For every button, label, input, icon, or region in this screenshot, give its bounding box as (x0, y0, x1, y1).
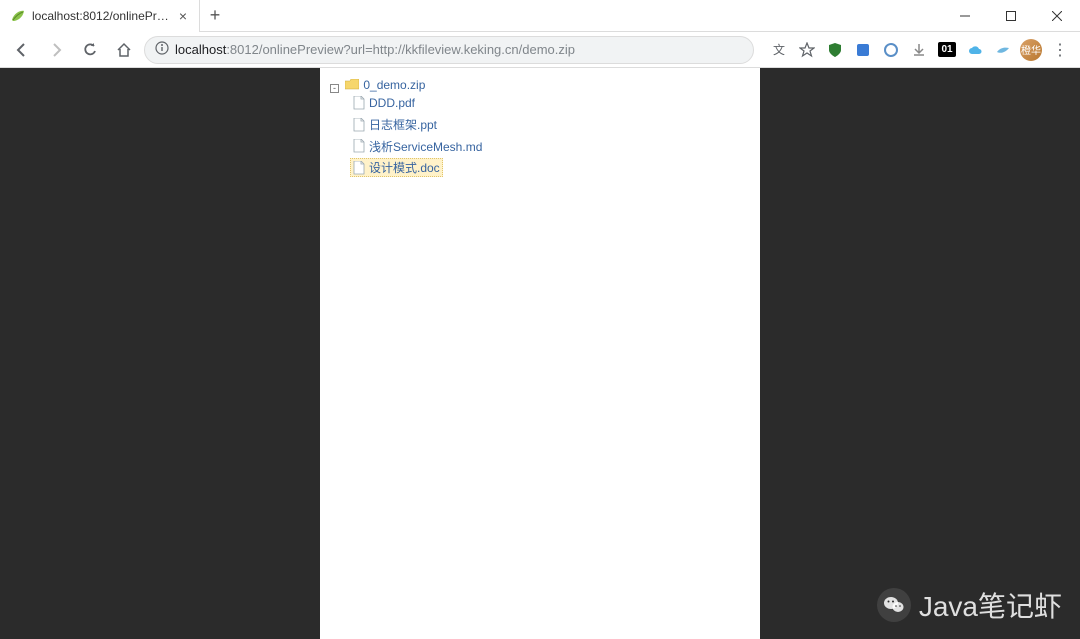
extension-download-icon[interactable] (908, 39, 930, 61)
bookmark-star-icon[interactable] (796, 39, 818, 61)
file-icon (353, 139, 365, 153)
tree-root-label: 0_demo.zip (363, 78, 425, 92)
back-button[interactable] (8, 36, 36, 64)
file-tree: - 0_demo.zip DDD.pdf 日志框架.ppt 浅析ServiceMes… (330, 76, 750, 180)
window-controls (942, 0, 1080, 31)
browser-toolbar: localhost:8012/onlinePreview?url=http://… (0, 32, 1080, 68)
tree-file-item: 浅析ServiceMesh.md (350, 136, 750, 158)
profile-avatar[interactable]: 橙华 (1020, 39, 1042, 61)
tree-file-label: 浅析ServiceMesh.md (369, 138, 482, 155)
maximize-button[interactable] (988, 0, 1034, 31)
titlebar-spacer (230, 0, 942, 31)
file-icon (353, 161, 365, 175)
page-viewport: - 0_demo.zip DDD.pdf 日志框架.ppt 浅析ServiceMes… (0, 68, 1080, 639)
favicon-leaf-icon (10, 8, 26, 24)
browser-titlebar: localhost:8012/onlinePreview? × + (0, 0, 1080, 32)
new-tab-button[interactable]: + (200, 0, 230, 31)
home-button[interactable] (110, 36, 138, 64)
address-bar[interactable]: localhost:8012/onlinePreview?url=http://… (144, 36, 754, 64)
browser-tab[interactable]: localhost:8012/onlinePreview? × (0, 0, 200, 32)
watermark: Java笔记虾 (877, 585, 1062, 625)
tree-file-label: 日志框架.ppt (369, 116, 437, 133)
toolbar-right: 文 01 橙华 ⋮ (760, 39, 1072, 61)
tree-file-label: DDD.pdf (369, 96, 415, 110)
tree-file-item: 日志框架.ppt (350, 114, 750, 136)
tree-root-folder[interactable]: 0_demo.zip (342, 77, 428, 93)
translate-icon[interactable]: 文 (768, 39, 790, 61)
url-text: localhost:8012/onlinePreview?url=http://… (175, 42, 575, 57)
tree-file-node[interactable]: DDD.pdf (350, 95, 418, 111)
close-window-button[interactable] (1034, 0, 1080, 31)
extension-cloud-icon[interactable] (964, 39, 986, 61)
extension-blue-icon[interactable] (852, 39, 874, 61)
extension-bird-icon[interactable] (992, 39, 1014, 61)
forward-button[interactable] (42, 36, 70, 64)
tree-file-label: 设计模式.doc (369, 159, 440, 176)
preview-panel: - 0_demo.zip DDD.pdf 日志框架.ppt 浅析ServiceMes… (320, 68, 760, 639)
shield-icon[interactable] (824, 39, 846, 61)
tree-file-item: DDD.pdf (350, 94, 750, 114)
file-icon (353, 96, 365, 110)
folder-icon (345, 79, 359, 91)
tree-file-node[interactable]: 日志框架.ppt (350, 115, 440, 134)
tab-title: localhost:8012/onlinePreview? (32, 9, 171, 23)
extension-badge-01[interactable]: 01 (936, 39, 958, 61)
tab-close-button[interactable]: × (177, 8, 189, 24)
site-info-icon[interactable] (155, 41, 169, 58)
kebab-menu-icon[interactable]: ⋮ (1048, 40, 1072, 60)
reload-button[interactable] (76, 36, 104, 64)
file-icon (353, 118, 365, 132)
minimize-button[interactable] (942, 0, 988, 31)
watermark-text: Java笔记虾 (919, 585, 1062, 625)
tree-file-node[interactable]: 设计模式.doc (350, 158, 443, 177)
tree-file-node[interactable]: 浅析ServiceMesh.md (350, 137, 485, 156)
collapse-toggle[interactable]: - (330, 84, 339, 93)
extension-swirl-icon[interactable] (880, 39, 902, 61)
wechat-icon (877, 588, 911, 622)
tree-file-item: 设计模式.doc (350, 157, 750, 179)
